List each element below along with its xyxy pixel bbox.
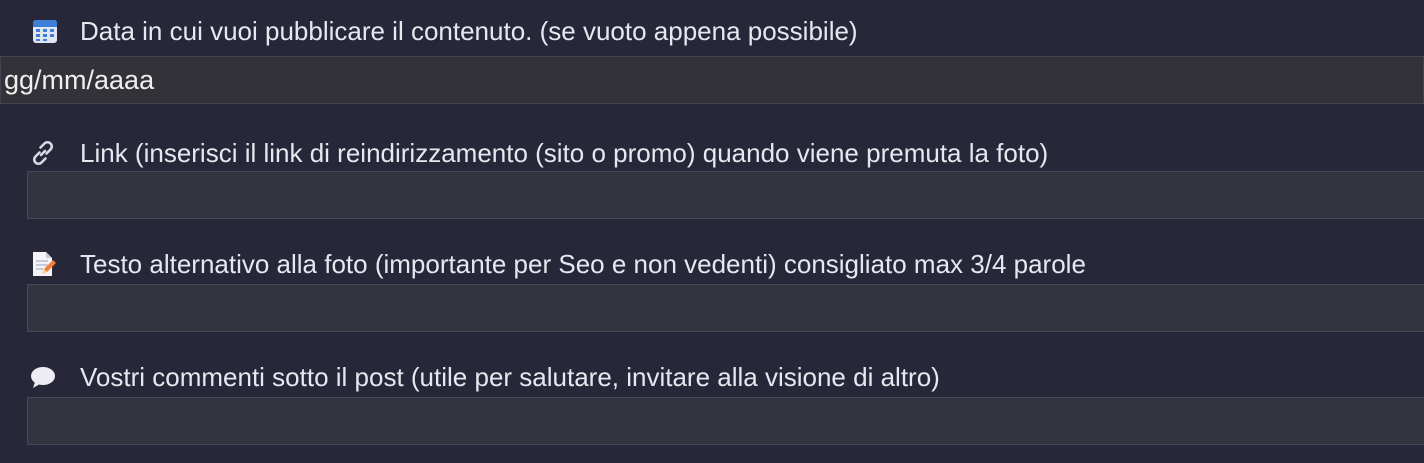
- link-input[interactable]: [27, 171, 1424, 219]
- publish-date-placeholder: gg/mm/aaaa: [4, 65, 155, 95]
- comments-input[interactable]: [27, 397, 1424, 445]
- link-icon: [30, 140, 56, 166]
- calendar-icon: [32, 18, 58, 44]
- link-label: Link (inserisci il link di reindirizzame…: [30, 136, 1048, 170]
- comments-label: Vostri commenti sotto il post (utile per…: [30, 360, 940, 394]
- publish-form: Data in cui vuoi pubblicare il contenuto…: [0, 0, 1424, 463]
- link-label-text: Link (inserisci il link di reindirizzame…: [80, 137, 1049, 168]
- memo-icon: [30, 251, 56, 277]
- publish-date-label-text: Data in cui vuoi pubblicare il contenuto…: [80, 15, 858, 46]
- alt-text-label-text: Testo alternativo alla foto (importante …: [80, 248, 1086, 279]
- alt-text-label: Testo alternativo alla foto (importante …: [30, 247, 1086, 281]
- speech-bubble-icon: [30, 364, 56, 390]
- comments-label-text: Vostri commenti sotto il post (utile per…: [80, 361, 940, 392]
- publish-date-input[interactable]: gg/mm/aaaa: [0, 56, 1424, 104]
- alt-text-input[interactable]: [27, 284, 1424, 332]
- publish-date-label: Data in cui vuoi pubblicare il contenuto…: [32, 14, 858, 48]
